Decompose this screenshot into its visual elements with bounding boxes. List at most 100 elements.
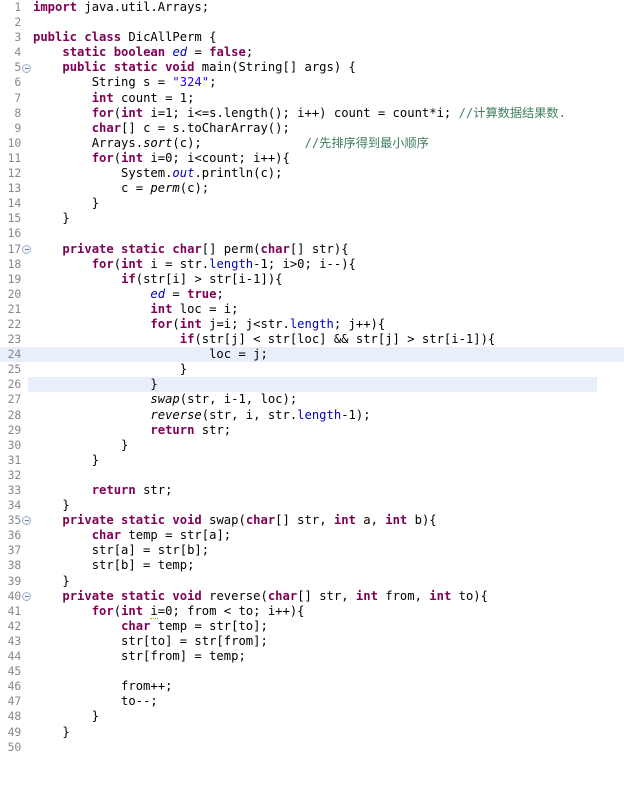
code-content[interactable]: for(int i=0; from < to; i++){ — [33, 603, 624, 619]
code-content[interactable]: str[b] = temp; — [33, 558, 624, 573]
code-content[interactable]: } — [33, 709, 624, 724]
code-line[interactable]: 12 System.out.println(c); — [0, 166, 624, 181]
code-content[interactable]: } — [33, 377, 624, 392]
code-content[interactable]: return str; — [33, 423, 624, 438]
code-line[interactable]: 47 to--; — [0, 694, 624, 709]
code-line[interactable]: 13 c = perm(c); — [0, 181, 624, 196]
code-line[interactable]: 46 from++; — [0, 679, 624, 694]
code-content[interactable]: } — [33, 196, 624, 211]
code-line[interactable]: 31 } — [0, 453, 624, 468]
code-content[interactable]: } — [33, 211, 624, 226]
code-line[interactable]: 36 char temp = str[a]; — [0, 528, 624, 543]
code-content[interactable]: from++; — [33, 679, 624, 694]
code-content[interactable]: public static void main(String[] args) { — [33, 60, 624, 75]
code-line[interactable]: 16 — [0, 226, 624, 241]
code-editor[interactable]: 1 import java.util.Arrays; 2 3 public cl… — [0, 0, 624, 755]
code-line[interactable]: 22 for(int j=i; j<str.length; j++){ — [0, 317, 624, 332]
code-content[interactable]: if(str[i] > str[i-1]){ — [33, 272, 624, 287]
code-line[interactable]: 11 for(int i=0; i<count; i++){ — [0, 151, 624, 166]
code-content[interactable] — [33, 15, 624, 30]
code-line[interactable]: 43 str[to] = str[from]; — [0, 634, 624, 649]
code-content[interactable]: loc = j; — [33, 347, 624, 363]
code-line[interactable]: 20 ed = true; — [0, 287, 624, 302]
code-content[interactable] — [33, 226, 624, 241]
code-content[interactable]: char[] c = s.toCharArray(); — [33, 121, 624, 136]
code-line[interactable]: 21 int loc = i; — [0, 302, 624, 317]
code-line[interactable]: 9 char[] c = s.toCharArray(); — [0, 121, 624, 136]
code-content[interactable] — [33, 664, 624, 679]
code-content[interactable]: int loc = i; — [33, 302, 624, 317]
code-line[interactable]: 26 } — [0, 377, 624, 392]
code-line[interactable]: 3 public class DicAllPerm { — [0, 30, 624, 45]
code-content[interactable]: c = perm(c); — [33, 181, 624, 196]
code-content[interactable]: if(str[j] < str[loc] && str[j] > str[i-1… — [33, 332, 624, 347]
code-content[interactable]: swap(str, i-1, loc); — [33, 392, 624, 407]
fold-collapse-icon[interactable] — [22, 244, 31, 254]
code-content[interactable]: String s = "324"; — [33, 75, 624, 90]
code-content[interactable]: int count = 1; — [33, 91, 624, 106]
code-content[interactable] — [33, 468, 624, 483]
code-content[interactable]: private static void swap(char[] str, int… — [33, 513, 624, 528]
code-content[interactable]: for(int i=0; i<count; i++){ — [33, 151, 624, 166]
code-content[interactable]: Arrays.sort(c); //先排序得到最小顺序 — [33, 136, 624, 151]
code-line[interactable]: 15 } — [0, 211, 624, 226]
code-line[interactable]: 41 for(int i=0; from < to; i++){ — [0, 603, 624, 619]
code-content[interactable]: str[a] = str[b]; — [33, 543, 624, 558]
fold-collapse-icon[interactable] — [22, 63, 31, 73]
code-content[interactable]: } — [33, 498, 624, 513]
code-line[interactable]: 6 String s = "324"; — [0, 75, 624, 90]
code-content[interactable]: } — [33, 574, 624, 589]
code-line[interactable]: 28 reverse(str, i, str.length-1); — [0, 408, 624, 423]
code-content[interactable]: char temp = str[a]; — [33, 528, 624, 543]
code-line[interactable]: 39 } — [0, 574, 624, 589]
code-line[interactable]: 34 } — [0, 498, 624, 513]
code-content[interactable] — [33, 740, 624, 755]
code-content[interactable]: reverse(str, i, str.length-1); — [33, 408, 624, 423]
code-line[interactable]: 19 if(str[i] > str[i-1]){ — [0, 272, 624, 287]
code-content[interactable]: } — [33, 362, 624, 377]
code-line[interactable]: 1 import java.util.Arrays; — [0, 0, 624, 15]
code-line[interactable]: 33 return str; — [0, 483, 624, 498]
code-line[interactable]: 2 — [0, 15, 624, 30]
code-line-current[interactable]: 24 loc = j; — [0, 347, 624, 393]
code-line[interactable]: 40 private static void reverse(char[] st… — [0, 589, 624, 604]
code-line[interactable]: 27 swap(str, i-1, loc); — [0, 392, 624, 407]
code-content[interactable]: private static void reverse(char[] str, … — [33, 589, 624, 604]
code-line[interactable]: 35 private static void swap(char[] str, … — [0, 513, 624, 528]
code-content[interactable]: str[to] = str[from]; — [33, 634, 624, 649]
code-content[interactable]: static boolean ed = false; — [33, 45, 624, 60]
code-content[interactable]: char temp = str[to]; — [33, 619, 624, 634]
code-line[interactable]: 50 — [0, 740, 624, 755]
code-content[interactable]: } — [33, 725, 624, 740]
code-line[interactable]: 25 } — [0, 362, 624, 377]
code-content[interactable]: return str; — [33, 483, 624, 498]
code-content[interactable]: str[from] = temp; — [33, 649, 624, 664]
code-content[interactable]: ed = true; — [33, 287, 624, 302]
code-content[interactable]: to--; — [33, 694, 624, 709]
code-line[interactable]: 14 } — [0, 196, 624, 211]
code-line[interactable]: 4 static boolean ed = false; — [0, 45, 624, 60]
code-line[interactable]: 10 Arrays.sort(c); //先排序得到最小顺序 — [0, 136, 624, 151]
code-line[interactable]: 29 return str; — [0, 423, 624, 438]
code-line[interactable]: 32 — [0, 468, 624, 483]
code-line[interactable]: 45 — [0, 664, 624, 679]
code-content[interactable]: import java.util.Arrays; — [33, 0, 624, 15]
code-line[interactable]: 7 int count = 1; — [0, 91, 624, 106]
code-line[interactable]: 23 if(str[j] < str[loc] && str[j] > str[… — [0, 332, 624, 347]
code-line[interactable]: 42 char temp = str[to]; — [0, 619, 624, 634]
code-line[interactable]: 37 str[a] = str[b]; — [0, 543, 624, 558]
code-content[interactable]: for(int i=1; i<=s.length(); i++) count =… — [33, 106, 624, 121]
code-line[interactable]: 30 } — [0, 438, 624, 453]
code-content[interactable]: } — [33, 453, 624, 468]
fold-collapse-icon[interactable] — [22, 516, 31, 526]
code-line[interactable]: 49 } — [0, 725, 624, 740]
code-line[interactable]: 48 } — [0, 709, 624, 724]
code-line[interactable]: 38 str[b] = temp; — [0, 558, 624, 573]
code-content[interactable]: for(int j=i; j<str.length; j++){ — [33, 317, 624, 332]
code-line[interactable]: 8 for(int i=1; i<=s.length(); i++) count… — [0, 106, 624, 121]
code-content[interactable]: public class DicAllPerm { — [33, 30, 624, 45]
code-line[interactable]: 17 private static char[] perm(char[] str… — [0, 242, 624, 257]
code-content[interactable]: for(int i = str.length-1; i>0; i--){ — [33, 257, 624, 272]
code-content[interactable]: private static char[] perm(char[] str){ — [33, 242, 624, 257]
code-content[interactable]: System.out.println(c); — [33, 166, 624, 181]
